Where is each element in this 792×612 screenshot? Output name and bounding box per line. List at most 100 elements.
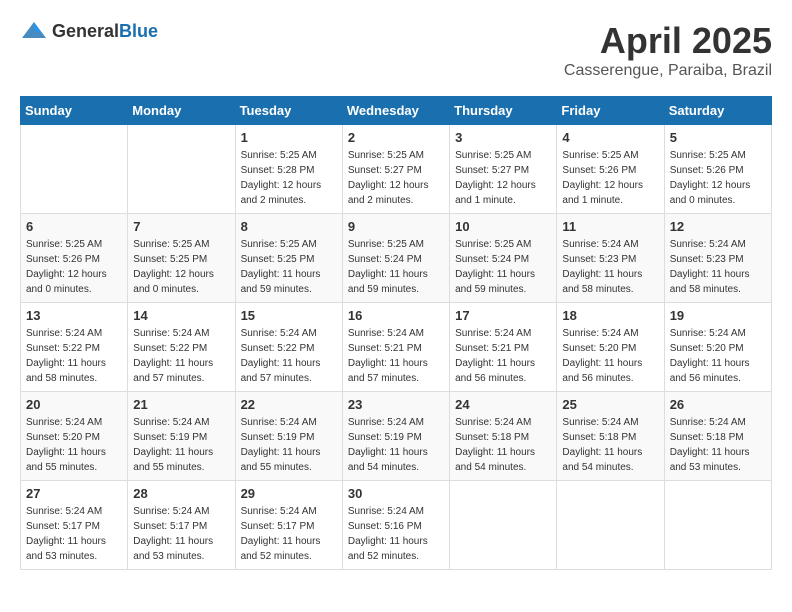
calendar-week-row: 27 Sunrise: 5:24 AM Sunset: 5:17 PM Dayli… (21, 481, 772, 570)
calendar-cell: 8 Sunrise: 5:25 AM Sunset: 5:25 PM Daylig… (235, 214, 342, 303)
calendar-cell: 15 Sunrise: 5:24 AM Sunset: 5:22 PM Dayli… (235, 303, 342, 392)
day-info: Sunrise: 5:24 AM Sunset: 5:19 PM Dayligh… (241, 415, 337, 475)
calendar-cell: 22 Sunrise: 5:24 AM Sunset: 5:19 PM Dayli… (235, 392, 342, 481)
day-number: 28 (133, 486, 229, 501)
day-number: 9 (348, 219, 444, 234)
calendar-cell: 24 Sunrise: 5:24 AM Sunset: 5:18 PM Dayli… (450, 392, 557, 481)
day-info: Sunrise: 5:25 AM Sunset: 5:25 PM Dayligh… (241, 237, 337, 297)
calendar-cell (450, 481, 557, 570)
day-number: 27 (26, 486, 122, 501)
day-info: Sunrise: 5:24 AM Sunset: 5:23 PM Dayligh… (670, 237, 766, 297)
location-title: Casserengue, Paraiba, Brazil (564, 62, 772, 80)
calendar-cell: 6 Sunrise: 5:25 AM Sunset: 5:26 PM Daylig… (21, 214, 128, 303)
calendar-cell: 4Sunrise: 5:25 AM Sunset: 5:26 PM Daylig… (557, 125, 664, 214)
calendar-cell: 13 Sunrise: 5:24 AM Sunset: 5:22 PM Dayli… (21, 303, 128, 392)
day-info: Sunrise: 5:24 AM Sunset: 5:17 PM Dayligh… (241, 504, 337, 564)
calendar-cell (557, 481, 664, 570)
day-number: 8 (241, 219, 337, 234)
calendar-cell: 28 Sunrise: 5:24 AM Sunset: 5:17 PM Dayli… (128, 481, 235, 570)
calendar-cell: 16 Sunrise: 5:24 AM Sunset: 5:21 PM Dayli… (342, 303, 449, 392)
calendar-cell: 25 Sunrise: 5:24 AM Sunset: 5:18 PM Dayli… (557, 392, 664, 481)
logo-general: General (52, 21, 119, 41)
day-number: 2 (348, 130, 444, 145)
calendar-week-row: 6 Sunrise: 5:25 AM Sunset: 5:26 PM Daylig… (21, 214, 772, 303)
day-number: 12 (670, 219, 766, 234)
day-info: Sunrise: 5:24 AM Sunset: 5:20 PM Dayligh… (670, 326, 766, 386)
day-number: 21 (133, 397, 229, 412)
day-number: 26 (670, 397, 766, 412)
day-info: Sunrise: 5:24 AM Sunset: 5:22 PM Dayligh… (26, 326, 122, 386)
day-number: 22 (241, 397, 337, 412)
day-number: 18 (562, 308, 658, 323)
calendar-cell: 7 Sunrise: 5:25 AM Sunset: 5:25 PM Daylig… (128, 214, 235, 303)
day-info: Sunrise: 5:24 AM Sunset: 5:23 PM Dayligh… (562, 237, 658, 297)
calendar-cell: 1Sunrise: 5:25 AM Sunset: 5:28 PM Daylig… (235, 125, 342, 214)
day-number: 4 (562, 130, 658, 145)
day-number: 19 (670, 308, 766, 323)
calendar-cell: 9 Sunrise: 5:25 AM Sunset: 5:24 PM Daylig… (342, 214, 449, 303)
day-info: Sunrise: 5:24 AM Sunset: 5:17 PM Dayligh… (26, 504, 122, 564)
calendar-cell: 11 Sunrise: 5:24 AM Sunset: 5:23 PM Dayli… (557, 214, 664, 303)
weekday-header: Thursday (450, 97, 557, 125)
weekday-header: Saturday (664, 97, 771, 125)
day-info: Sunrise: 5:24 AM Sunset: 5:20 PM Dayligh… (562, 326, 658, 386)
day-number: 29 (241, 486, 337, 501)
weekday-header: Sunday (21, 97, 128, 125)
calendar-cell (128, 125, 235, 214)
day-info: Sunrise: 5:25 AM Sunset: 5:26 PM Dayligh… (670, 148, 766, 208)
day-info: Sunrise: 5:24 AM Sunset: 5:20 PM Dayligh… (26, 415, 122, 475)
day-info: Sunrise: 5:24 AM Sunset: 5:18 PM Dayligh… (562, 415, 658, 475)
day-info: Sunrise: 5:24 AM Sunset: 5:21 PM Dayligh… (455, 326, 551, 386)
day-info: Sunrise: 5:24 AM Sunset: 5:19 PM Dayligh… (348, 415, 444, 475)
day-number: 11 (562, 219, 658, 234)
calendar-cell: 3Sunrise: 5:25 AM Sunset: 5:27 PM Daylig… (450, 125, 557, 214)
calendar: SundayMondayTuesdayWednesdayThursdayFrid… (20, 96, 772, 570)
calendar-cell: 17 Sunrise: 5:24 AM Sunset: 5:21 PM Dayli… (450, 303, 557, 392)
logo-blue: Blue (119, 21, 158, 41)
day-number: 30 (348, 486, 444, 501)
day-number: 20 (26, 397, 122, 412)
logo-icon (20, 20, 48, 42)
day-info: Sunrise: 5:24 AM Sunset: 5:21 PM Dayligh… (348, 326, 444, 386)
day-info: Sunrise: 5:24 AM Sunset: 5:18 PM Dayligh… (670, 415, 766, 475)
day-info: Sunrise: 5:25 AM Sunset: 5:28 PM Dayligh… (241, 148, 337, 208)
weekday-header: Tuesday (235, 97, 342, 125)
day-number: 24 (455, 397, 551, 412)
calendar-week-row: 1Sunrise: 5:25 AM Sunset: 5:28 PM Daylig… (21, 125, 772, 214)
calendar-cell: 14Sunrise: 5:24 AM Sunset: 5:22 PM Dayli… (128, 303, 235, 392)
logo: GeneralBlue (20, 20, 158, 42)
month-title: April 2025 (564, 20, 772, 62)
day-info: Sunrise: 5:24 AM Sunset: 5:17 PM Dayligh… (133, 504, 229, 564)
calendar-cell: 12 Sunrise: 5:24 AM Sunset: 5:23 PM Dayli… (664, 214, 771, 303)
day-info: Sunrise: 5:24 AM Sunset: 5:18 PM Dayligh… (455, 415, 551, 475)
title-area: April 2025 Casserengue, Paraiba, Brazil (564, 20, 772, 80)
calendar-cell: 30Sunrise: 5:24 AM Sunset: 5:16 PM Dayli… (342, 481, 449, 570)
day-info: Sunrise: 5:24 AM Sunset: 5:22 PM Dayligh… (241, 326, 337, 386)
day-number: 7 (133, 219, 229, 234)
day-number: 13 (26, 308, 122, 323)
day-number: 10 (455, 219, 551, 234)
calendar-cell (664, 481, 771, 570)
weekday-header: Wednesday (342, 97, 449, 125)
calendar-week-row: 20 Sunrise: 5:24 AM Sunset: 5:20 PM Dayli… (21, 392, 772, 481)
calendar-cell: 20 Sunrise: 5:24 AM Sunset: 5:20 PM Dayli… (21, 392, 128, 481)
calendar-cell (21, 125, 128, 214)
day-number: 17 (455, 308, 551, 323)
calendar-cell: 5Sunrise: 5:25 AM Sunset: 5:26 PM Daylig… (664, 125, 771, 214)
day-number: 6 (26, 219, 122, 234)
day-number: 23 (348, 397, 444, 412)
day-number: 25 (562, 397, 658, 412)
calendar-week-row: 13 Sunrise: 5:24 AM Sunset: 5:22 PM Dayli… (21, 303, 772, 392)
day-info: Sunrise: 5:25 AM Sunset: 5:25 PM Dayligh… (133, 237, 229, 297)
calendar-cell: 27 Sunrise: 5:24 AM Sunset: 5:17 PM Dayli… (21, 481, 128, 570)
day-number: 16 (348, 308, 444, 323)
day-info: Sunrise: 5:24 AM Sunset: 5:22 PM Dayligh… (133, 326, 229, 386)
day-number: 15 (241, 308, 337, 323)
day-info: Sunrise: 5:25 AM Sunset: 5:24 PM Dayligh… (348, 237, 444, 297)
calendar-cell: 29 Sunrise: 5:24 AM Sunset: 5:17 PM Dayli… (235, 481, 342, 570)
calendar-cell: 2Sunrise: 5:25 AM Sunset: 5:27 PM Daylig… (342, 125, 449, 214)
day-info: Sunrise: 5:25 AM Sunset: 5:24 PM Dayligh… (455, 237, 551, 297)
calendar-cell: 18 Sunrise: 5:24 AM Sunset: 5:20 PM Dayli… (557, 303, 664, 392)
day-info: Sunrise: 5:25 AM Sunset: 5:26 PM Dayligh… (26, 237, 122, 297)
calendar-cell: 23 Sunrise: 5:24 AM Sunset: 5:19 PM Dayli… (342, 392, 449, 481)
